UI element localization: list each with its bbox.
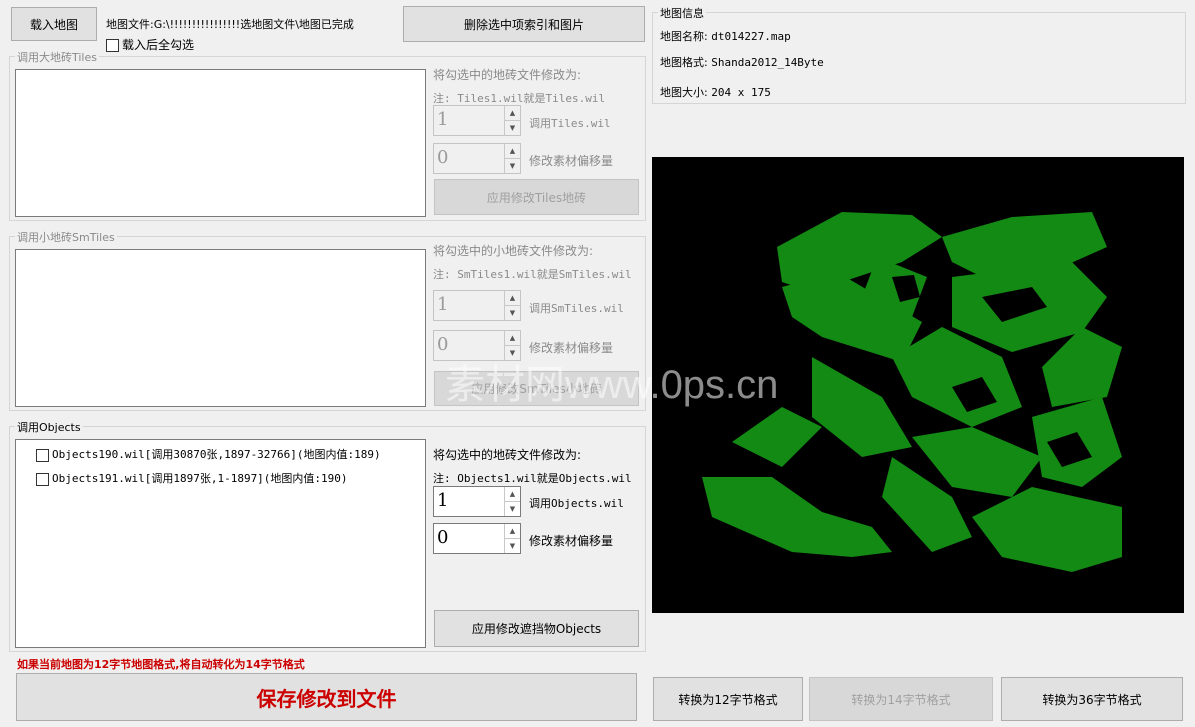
smtiles-index-label: 调用SmTiles.wil [529, 302, 624, 315]
delete-selected-button[interactable]: 删除选中项索引和图片 [403, 6, 645, 42]
objects-change-to-label: 将勾选中的地砖文件修改为: [433, 448, 582, 462]
map-file-path: 地图文件:G:\!!!!!!!!!!!!!!!!选地图文件\地图已完成 [106, 18, 354, 31]
tiles-change-to-label: 将勾选中的地砖文件修改为: [433, 68, 582, 82]
objects-offset-value: 0 [437, 527, 449, 548]
objects-offset-spinner[interactable]: 0 ▲ ▼ [433, 523, 521, 554]
select-all-checkbox[interactable]: 载入后全勾选 [106, 36, 194, 53]
tiles-group-title: 调用大地砖Tiles [15, 49, 99, 65]
map-name-value: dt014227.map [711, 30, 791, 43]
map-size-value: 204 x 175 [711, 86, 771, 99]
format-warning: 如果当前地图为12字节地图格式,将自动转化为14字节格式 [17, 658, 305, 671]
spin-up-icon[interactable]: ▲ [505, 291, 520, 306]
smtiles-note: 注: SmTiles1.wil就是SmTiles.wil [433, 268, 632, 281]
list-item-label: Objects190.wil[调用30870张,1897-32766](地图内值… [52, 448, 381, 461]
list-item[interactable]: Objects191.wil[调用1897张,1-1897](地图内值:190) [36, 470, 348, 486]
smtiles-group-title: 调用小地砖SmTiles [15, 229, 117, 245]
spin-down-icon[interactable]: ▼ [505, 159, 520, 173]
spin-up-icon[interactable]: ▲ [505, 144, 520, 159]
apply-tiles-button[interactable]: 应用修改Tiles地砖 [434, 179, 639, 215]
tiles-offset-label: 修改素材偏移量 [529, 154, 614, 168]
checkbox-box[interactable] [36, 472, 49, 486]
watermark: 素材网www.0ps.cn [445, 363, 779, 407]
spin-up-icon[interactable]: ▲ [505, 106, 520, 121]
spin-down-icon[interactable]: ▼ [505, 121, 520, 135]
spin-down-icon[interactable]: ▼ [505, 539, 520, 553]
objects-index-value: 1 [437, 490, 449, 511]
objects-note: 注: Objects1.wil就是Objects.wil [433, 472, 632, 485]
tiles-index-label: 调用Tiles.wil [529, 117, 611, 130]
objects-index-spinner[interactable]: 1 ▲ ▼ [433, 486, 521, 517]
map-format-value: Shanda2012_14Byte [711, 56, 824, 69]
spin-up-icon[interactable]: ▲ [505, 487, 520, 502]
checkbox-box[interactable] [106, 39, 119, 52]
map-size-label: 地图大小: [660, 86, 708, 99]
map-format-label: 地图格式: [660, 56, 708, 69]
spin-down-icon[interactable]: ▼ [505, 306, 520, 320]
tiles-offset-value: 0 [437, 147, 449, 168]
list-item-label: Objects191.wil[调用1897张,1-1897](地图内值:190) [52, 472, 348, 485]
map-name-row: 地图名称: dt014227.map [660, 28, 791, 44]
objects-offset-label: 修改素材偏移量 [529, 534, 614, 548]
tiles-index-spinner[interactable]: 1 ▲ ▼ [433, 105, 521, 136]
convert-14byte-button[interactable]: 转换为14字节格式 [809, 677, 993, 721]
tiles-offset-spinner[interactable]: 0 ▲ ▼ [433, 143, 521, 174]
smtiles-list[interactable] [15, 249, 426, 407]
map-name-label: 地图名称: [660, 30, 708, 43]
checkbox-box[interactable] [36, 448, 49, 462]
objects-list[interactable]: Objects190.wil[调用30870张,1897-32766](地图内值… [15, 439, 426, 648]
select-all-label: 载入后全勾选 [122, 38, 195, 52]
map-size-row: 地图大小: 204 x 175 [660, 84, 771, 100]
list-item[interactable]: Objects190.wil[调用30870张,1897-32766](地图内值… [36, 446, 381, 462]
map-info-title: 地图信息 [658, 5, 706, 21]
apply-objects-button[interactable]: 应用修改遮挡物Objects [434, 610, 639, 647]
smtiles-change-to-label: 将勾选中的小地砖文件修改为: [433, 244, 594, 258]
tiles-list[interactable] [15, 69, 426, 217]
objects-group-title: 调用Objects [15, 419, 83, 435]
convert-12byte-button[interactable]: 转换为12字节格式 [653, 677, 803, 721]
tiles-index-value: 1 [437, 109, 449, 130]
smtiles-index-value: 1 [437, 294, 449, 315]
smtiles-index-spinner[interactable]: 1 ▲ ▼ [433, 290, 521, 321]
objects-index-label: 调用Objects.wil [529, 497, 624, 510]
save-to-file-button[interactable]: 保存修改到文件 [16, 673, 637, 721]
tiles-note: 注: Tiles1.wil就是Tiles.wil [433, 92, 606, 105]
spin-up-icon[interactable]: ▲ [505, 331, 520, 346]
spin-down-icon[interactable]: ▼ [505, 502, 520, 516]
spin-up-icon[interactable]: ▲ [505, 524, 520, 539]
convert-36byte-button[interactable]: 转换为36字节格式 [1001, 677, 1183, 721]
map-format-row: 地图格式: Shanda2012_14Byte [660, 54, 824, 70]
load-map-button[interactable]: 载入地图 [11, 7, 97, 41]
